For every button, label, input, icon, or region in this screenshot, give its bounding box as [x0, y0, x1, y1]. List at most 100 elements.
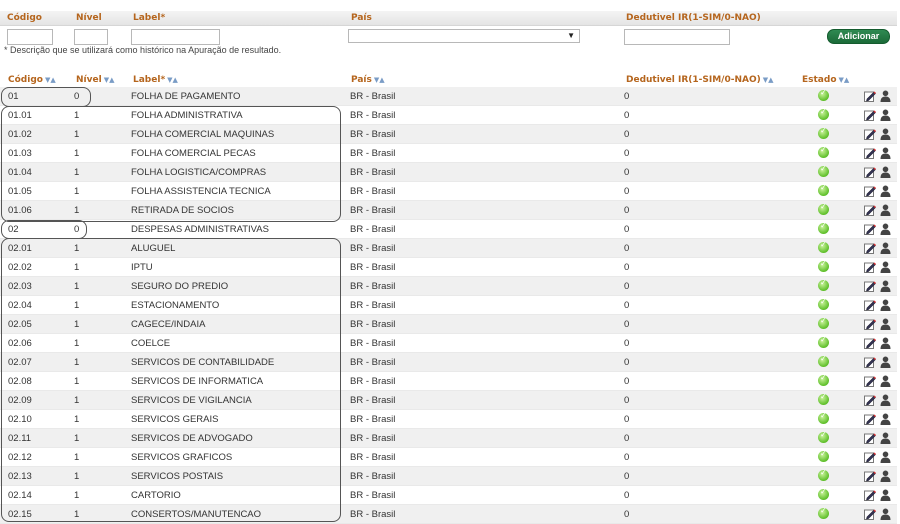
column-header-label[interactable]: Label* ▼▲ — [133, 75, 178, 85]
table-row: 02.06 1 COELCE BR - Brasil 0 — [0, 334, 897, 353]
edit-pencil-icon[interactable] — [864, 204, 876, 216]
cell-dedutivel: 0 — [624, 300, 630, 311]
user-icon[interactable] — [880, 413, 891, 425]
user-icon[interactable] — [880, 147, 891, 159]
user-icon[interactable] — [880, 318, 891, 330]
sort-icon[interactable]: ▼▲ — [167, 76, 178, 84]
edit-pencil-icon[interactable] — [864, 261, 876, 273]
check-circle-icon[interactable] — [818, 297, 829, 310]
check-circle-icon[interactable] — [818, 145, 829, 158]
edit-pencil-icon[interactable] — [864, 299, 876, 311]
user-icon[interactable] — [880, 508, 891, 520]
sort-icon[interactable]: ▼▲ — [45, 76, 56, 84]
column-header-pais[interactable]: País ▼▲ — [351, 75, 385, 85]
user-icon[interactable] — [880, 356, 891, 368]
table-row: 02.10 1 SERVICOS GERAIS BR - Brasil 0 — [0, 410, 897, 429]
edit-pencil-icon[interactable] — [864, 470, 876, 482]
user-icon[interactable] — [880, 280, 891, 292]
edit-pencil-icon[interactable] — [864, 413, 876, 425]
edit-pencil-icon[interactable] — [864, 508, 876, 520]
nivel-input[interactable] — [74, 29, 108, 45]
edit-pencil-icon[interactable] — [864, 109, 876, 121]
user-icon[interactable] — [880, 451, 891, 463]
check-circle-icon[interactable] — [818, 202, 829, 215]
table-row: 01.03 1 FOLHA COMERCIAL PECAS BR - Brasil 0 — [0, 144, 897, 163]
user-icon[interactable] — [880, 109, 891, 121]
user-icon[interactable] — [880, 432, 891, 444]
column-header-dedutivel[interactable]: Dedutivel IR(1-SIM/0-NAO) ▼▲ — [626, 75, 774, 85]
user-icon[interactable] — [880, 166, 891, 178]
check-circle-icon[interactable] — [818, 259, 829, 272]
pais-select[interactable]: ▼ — [348, 29, 580, 43]
cell-label: SERVICOS DE VIGILANCIA — [131, 395, 252, 406]
edit-pencil-icon[interactable] — [864, 375, 876, 387]
edit-pencil-icon[interactable] — [864, 128, 876, 140]
user-icon[interactable] — [880, 128, 891, 140]
check-circle-icon[interactable] — [818, 487, 829, 500]
check-circle-icon[interactable] — [818, 88, 829, 101]
cell-dedutivel: 0 — [624, 262, 630, 273]
user-icon[interactable] — [880, 242, 891, 254]
sort-icon[interactable]: ▼▲ — [763, 76, 774, 84]
add-button[interactable]: Adicionar — [827, 29, 890, 44]
check-circle-icon[interactable] — [818, 468, 829, 481]
check-circle-icon[interactable] — [818, 354, 829, 367]
check-circle-icon[interactable] — [818, 430, 829, 443]
user-icon[interactable] — [880, 375, 891, 387]
check-circle-icon[interactable] — [818, 449, 829, 462]
user-icon[interactable] — [880, 299, 891, 311]
column-header-codigo[interactable]: Código ▼▲ — [8, 75, 56, 85]
cell-nivel: 1 — [74, 471, 80, 482]
check-circle-icon[interactable] — [818, 164, 829, 177]
user-icon[interactable] — [880, 90, 891, 102]
edit-pencil-icon[interactable] — [864, 147, 876, 159]
column-header-estado[interactable]: Estado ▼▲ — [802, 75, 849, 85]
cell-dedutivel: 0 — [624, 376, 630, 387]
check-circle-icon[interactable] — [818, 335, 829, 348]
check-circle-icon[interactable] — [818, 107, 829, 120]
edit-pencil-icon[interactable] — [864, 280, 876, 292]
check-circle-icon[interactable] — [818, 183, 829, 196]
edit-pencil-icon[interactable] — [864, 432, 876, 444]
edit-pencil-icon[interactable] — [864, 185, 876, 197]
form-header: Código Nível Label* País Dedutivel IR(1-… — [0, 11, 897, 26]
user-icon[interactable] — [880, 185, 891, 197]
codigo-input[interactable] — [7, 29, 53, 45]
edit-pencil-icon[interactable] — [864, 90, 876, 102]
table-row: 01.01 1 FOLHA ADMINISTRATIVA BR - Brasil 0 — [0, 106, 897, 125]
edit-pencil-icon[interactable] — [864, 166, 876, 178]
check-circle-icon[interactable] — [818, 316, 829, 329]
user-icon[interactable] — [880, 470, 891, 482]
check-circle-icon[interactable] — [818, 411, 829, 424]
dedutivel-input[interactable] — [624, 29, 730, 45]
sort-icon[interactable]: ▼▲ — [374, 76, 385, 84]
edit-pencil-icon[interactable] — [864, 337, 876, 349]
user-icon[interactable] — [880, 204, 891, 216]
edit-pencil-icon[interactable] — [864, 489, 876, 501]
cell-dedutivel: 0 — [624, 395, 630, 406]
sort-icon[interactable]: ▼▲ — [104, 76, 115, 84]
user-icon[interactable] — [880, 223, 891, 235]
sort-icon[interactable]: ▼▲ — [839, 76, 850, 84]
edit-pencil-icon[interactable] — [864, 242, 876, 254]
check-circle-icon[interactable] — [818, 392, 829, 405]
check-circle-icon[interactable] — [818, 221, 829, 234]
user-icon[interactable] — [880, 337, 891, 349]
check-circle-icon[interactable] — [818, 373, 829, 386]
check-circle-icon[interactable] — [818, 126, 829, 139]
label-input[interactable] — [131, 29, 220, 45]
check-circle-icon[interactable] — [818, 506, 829, 519]
edit-pencil-icon[interactable] — [864, 451, 876, 463]
check-circle-icon[interactable] — [818, 278, 829, 291]
column-header-nivel[interactable]: Nível ▼▲ — [76, 75, 114, 85]
edit-pencil-icon[interactable] — [864, 356, 876, 368]
edit-pencil-icon[interactable] — [864, 318, 876, 330]
check-circle-icon[interactable] — [818, 240, 829, 253]
user-icon[interactable] — [880, 489, 891, 501]
cell-codigo: 02.11 — [8, 433, 32, 444]
edit-pencil-icon[interactable] — [864, 223, 876, 235]
user-icon[interactable] — [880, 394, 891, 406]
edit-pencil-icon[interactable] — [864, 394, 876, 406]
user-icon[interactable] — [880, 261, 891, 273]
table-row: 01 0 FOLHA DE PAGAMENTO BR - Brasil 0 — [0, 87, 897, 106]
